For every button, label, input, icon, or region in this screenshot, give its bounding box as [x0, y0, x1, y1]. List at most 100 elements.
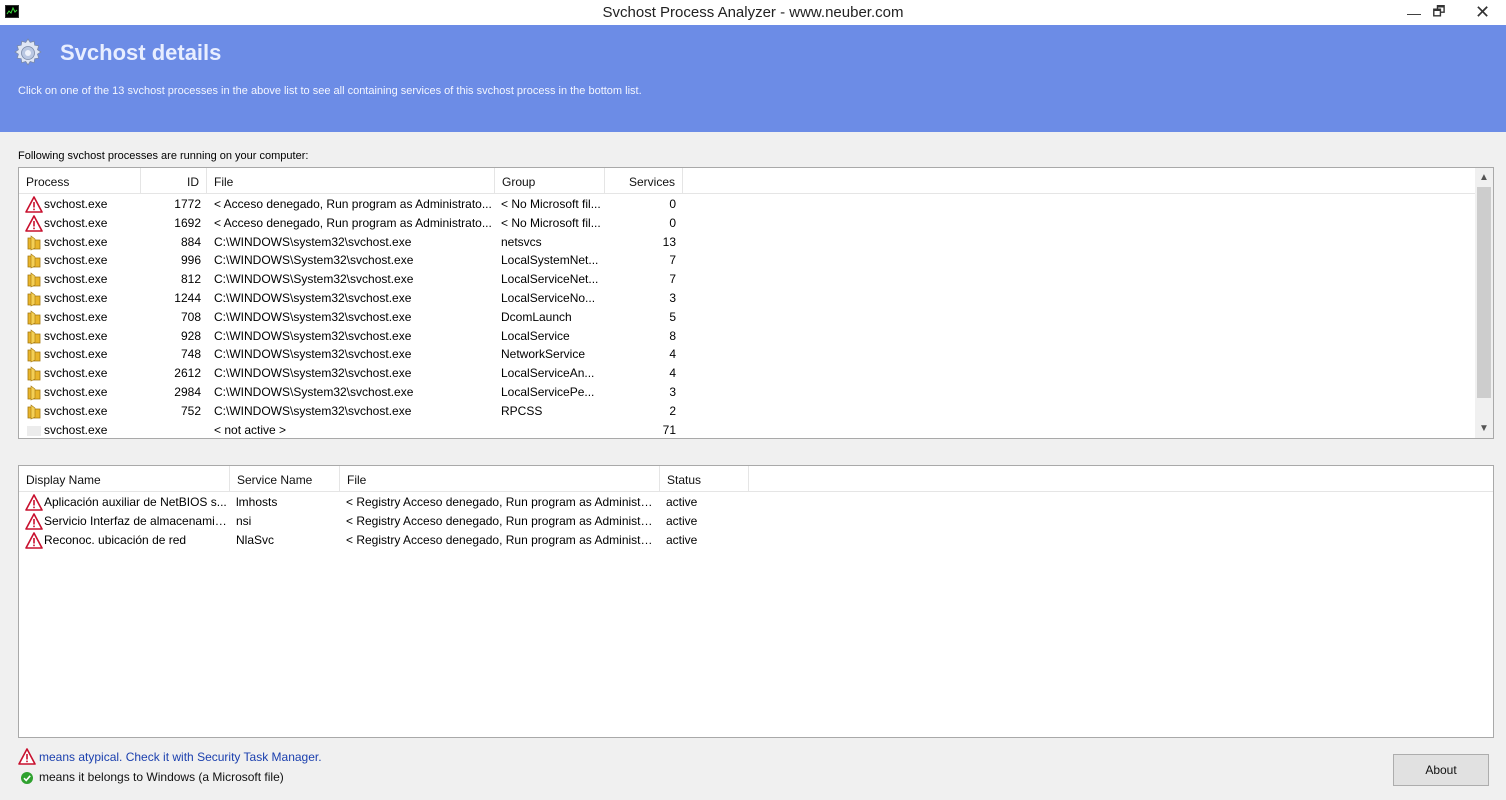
- cell-services: 3: [669, 384, 676, 399]
- folder-icon: [27, 328, 41, 345]
- services-rows: Aplicación auxiliar de NetBIOS s... lmhos…: [19, 493, 1493, 549]
- table-row[interactable]: svchost.exe 1244 C:\WINDOWS\system32\svcho…: [19, 289, 1493, 308]
- column-header-services[interactable]: Services: [605, 168, 683, 194]
- cell-process: svchost.exe: [44, 290, 108, 305]
- services-list-header: Display Name Service Name File Status: [19, 466, 1493, 492]
- process-list-header: Process ID File Group Services: [19, 168, 1493, 194]
- cell-status: active: [666, 495, 698, 509]
- page-title: Svchost details: [60, 40, 222, 65]
- column-header-status[interactable]: Status: [660, 466, 749, 492]
- close-button[interactable]: ✕: [1459, 0, 1506, 25]
- column-header-id[interactable]: ID: [141, 168, 207, 194]
- cell-file: < Acceso denegado, Run program as Admini…: [214, 215, 492, 230]
- table-row[interactable]: svchost.exe < not active > 71: [19, 421, 1493, 438]
- about-button[interactable]: About: [1393, 754, 1489, 786]
- column-header-service-name[interactable]: Service Name: [230, 466, 340, 492]
- warning-icon: [25, 531, 43, 549]
- cell-process: svchost.exe: [44, 347, 108, 362]
- cell-display-name: Reconoc. ubicación de red: [44, 532, 187, 547]
- table-row[interactable]: svchost.exe 1692 < Acceso denegado, Run pr…: [19, 214, 1493, 233]
- table-row[interactable]: Reconoc. ubicación de red NlaSvc < Registr…: [19, 531, 1493, 550]
- table-row[interactable]: Servicio Interfaz de almacenamie... nsi < …: [19, 512, 1493, 531]
- warning-icon: [25, 196, 43, 213]
- cell-file: C:\WINDOWS\system32\svchost.exe: [214, 366, 412, 381]
- scroll-up-arrow-icon[interactable]: ▲: [1475, 169, 1493, 186]
- table-row[interactable]: svchost.exe 928 C:\WINDOWS\system32\svchos…: [19, 327, 1493, 346]
- cell-id: 2984: [174, 384, 201, 399]
- table-row[interactable]: svchost.exe 996 C:\WINDOWS\System32\svchos…: [19, 251, 1493, 270]
- cell-group: < No Microsoft fil...: [501, 197, 601, 211]
- cell-status: active: [666, 513, 698, 528]
- table-row[interactable]: Aplicación auxiliar de NetBIOS s... lmhos…: [19, 493, 1493, 512]
- gear-icon: [14, 38, 42, 66]
- cell-services: 71: [662, 422, 676, 437]
- cell-process: svchost.exe: [44, 309, 108, 324]
- cell-group: [501, 421, 601, 438]
- services-list[interactable]: Display Name Service Name File Status Ap…: [18, 465, 1494, 738]
- cell-file: < Registry Acceso denegado, Run program …: [346, 513, 656, 528]
- table-row[interactable]: svchost.exe 708 C:\WINDOWS\system32\svchos…: [19, 308, 1493, 327]
- column-header-process[interactable]: Process: [19, 168, 141, 194]
- cell-id: 752: [180, 403, 201, 418]
- table-row[interactable]: svchost.exe 2984 C:\WINDOWS\System32\svcho…: [19, 383, 1493, 402]
- cell-group: LocalService: [501, 328, 570, 343]
- table-row[interactable]: svchost.exe 812 C:\WINDOWS\System32\svchos…: [19, 270, 1493, 289]
- page-description: Click on one of the 13 svchost processes…: [18, 85, 642, 97]
- cell-id: 928: [180, 328, 201, 343]
- cell-id: 812: [180, 272, 201, 287]
- maximize-button[interactable]: 🗗: [1422, 0, 1456, 25]
- cell-process: svchost.exe: [44, 403, 108, 418]
- cell-group: LocalServicePe...: [501, 384, 595, 399]
- cell-services: 5: [669, 309, 676, 324]
- column-header-file[interactable]: File: [207, 168, 495, 194]
- scroll-down-arrow-icon[interactable]: ▼: [1475, 420, 1493, 437]
- cell-id: 884: [180, 234, 201, 249]
- warning-icon: [25, 512, 43, 530]
- cell-group: DcomLaunch: [501, 309, 572, 324]
- cell-group: LocalServiceNo...: [501, 290, 596, 305]
- warning-icon: [25, 494, 43, 511]
- cell-process: svchost.exe: [44, 215, 108, 230]
- warning-icon: [25, 214, 43, 232]
- column-header-group[interactable]: Group: [495, 168, 605, 194]
- cell-group: netsvcs: [501, 234, 542, 249]
- cell-service-name: nsi: [236, 513, 252, 528]
- cell-service-name: NlaSvc: [236, 532, 275, 547]
- process-list-intro: Following svchost processes are running …: [18, 150, 309, 162]
- cell-services: 2: [669, 403, 676, 418]
- cell-services: 13: [662, 234, 676, 249]
- table-row[interactable]: svchost.exe 884 C:\WINDOWS\system32\svchos…: [19, 233, 1493, 252]
- cell-services: 7: [669, 253, 676, 268]
- column-header-display-name[interactable]: Display Name: [19, 466, 230, 492]
- cell-file: C:\WINDOWS\system32\svchost.exe: [214, 403, 412, 418]
- window-title: Svchost Process Analyzer - www.neuber.co…: [602, 4, 904, 21]
- table-row[interactable]: svchost.exe 2612 C:\WINDOWS\system32\svcho…: [19, 364, 1493, 383]
- column-header-file[interactable]: File: [340, 466, 660, 492]
- table-row[interactable]: svchost.exe 1772 < Acceso denegado, Run pr…: [19, 195, 1493, 214]
- cell-process: svchost.exe: [44, 366, 108, 381]
- cell-services: 8: [669, 328, 676, 343]
- cell-group: LocalSystemNet...: [501, 253, 599, 268]
- table-row[interactable]: svchost.exe 752 C:\WINDOWS\system32\svchos…: [19, 402, 1493, 421]
- cell-group: < No Microsoft fil...: [501, 215, 601, 230]
- table-row[interactable]: svchost.exe 748 C:\WINDOWS\system32\svchos…: [19, 345, 1493, 364]
- cell-process: svchost.exe: [44, 384, 108, 399]
- cell-file: < Acceso denegado, Run program as Admini…: [214, 197, 492, 211]
- cell-process: svchost.exe: [44, 422, 108, 437]
- cell-file: C:\WINDOWS\system32\svchost.exe: [214, 309, 412, 324]
- cell-id: 996: [180, 253, 201, 268]
- folder-icon: [27, 385, 41, 401]
- scrollbar-thumb[interactable]: [1477, 187, 1491, 398]
- cell-file: C:\WINDOWS\System32\svchost.exe: [214, 384, 414, 399]
- cell-process: svchost.exe: [44, 197, 108, 211]
- window-titlebar: Svchost Process Analyzer - www.neuber.co…: [0, 0, 1506, 25]
- cell-file: C:\WINDOWS\system32\svchost.exe: [214, 290, 412, 305]
- cell-file: C:\WINDOWS\System32\svchost.exe: [214, 272, 414, 287]
- cell-id: 1244: [174, 290, 201, 305]
- cell-file: C:\WINDOWS\system32\svchost.exe: [214, 234, 412, 249]
- process-list-scrollbar[interactable]: ▲ ▼: [1475, 168, 1493, 438]
- cell-file: < not active >: [214, 422, 287, 437]
- process-list[interactable]: Process ID File Group Services svchost.e…: [18, 167, 1494, 439]
- cell-process: svchost.exe: [44, 328, 108, 343]
- legend-atypical-text[interactable]: means atypical. Check it with Security T…: [39, 750, 322, 764]
